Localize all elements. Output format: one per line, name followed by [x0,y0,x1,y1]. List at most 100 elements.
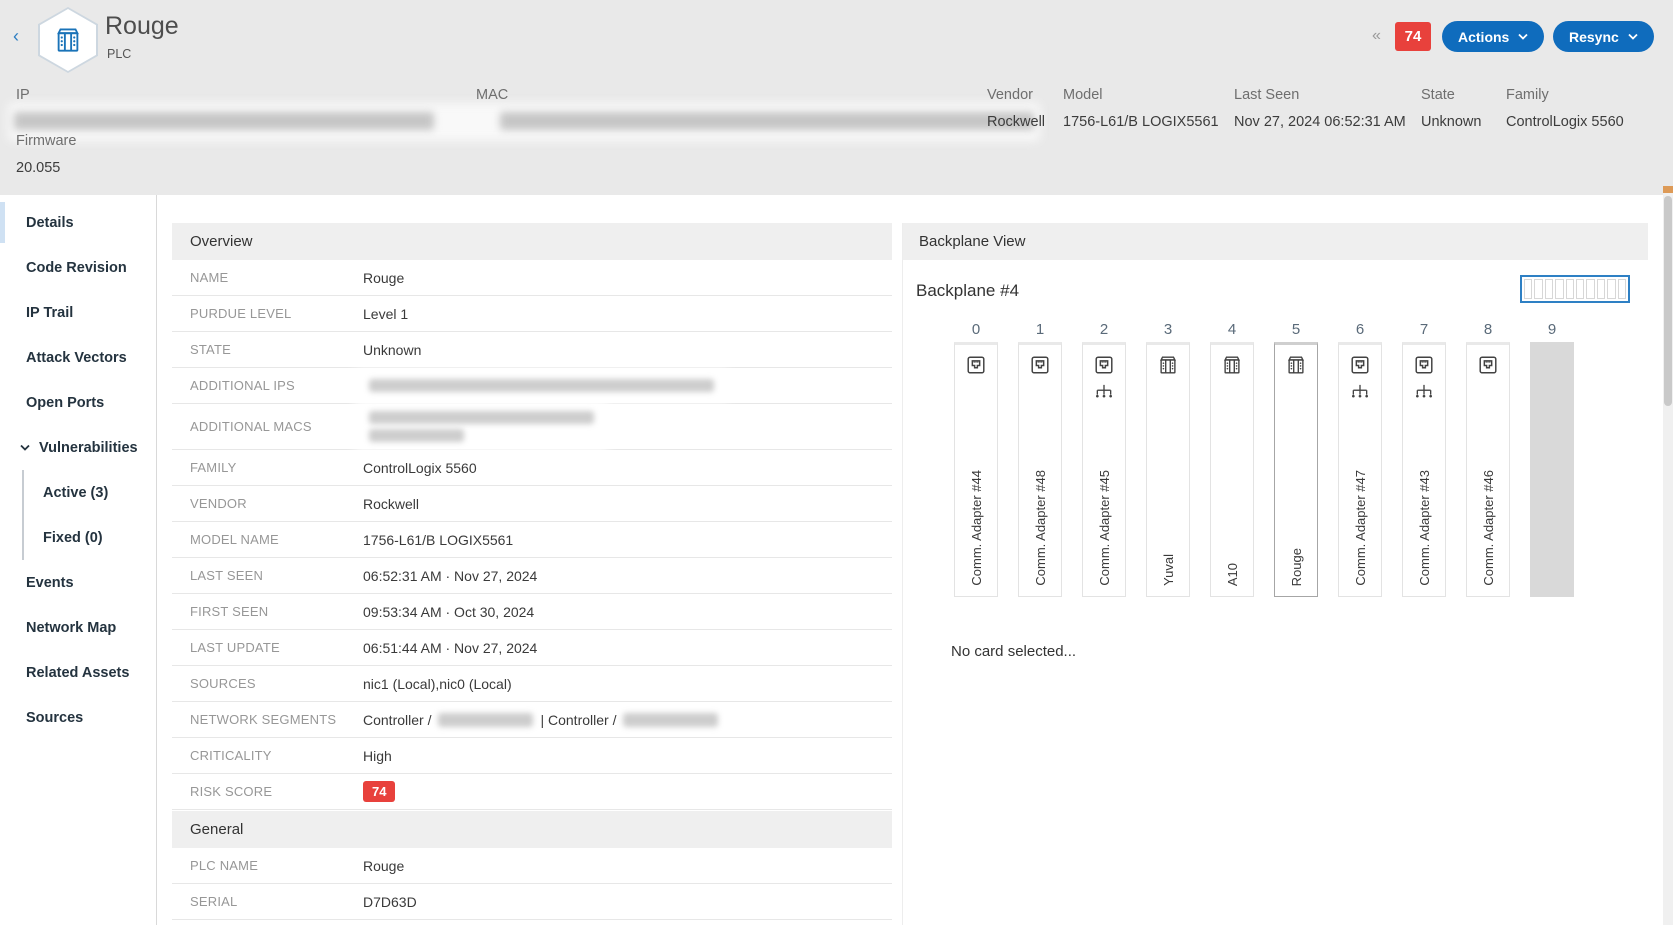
sidebar-item-events[interactable]: Events [0,560,156,605]
sidebar-item-open-ports[interactable]: Open Ports [0,380,156,425]
slot-card-comm-adapter-43[interactable]: Comm. Adapter #43 [1402,342,1446,597]
risk-score-badge: 74 [363,781,395,802]
table-row-value: 09:53:34 AM · Oct 30, 2024 [363,604,534,620]
table-row-label: VENDOR [190,496,363,511]
mini-selector-slot [1545,279,1553,299]
backplane-slot-8: 8Comm. Adapter #46 [1466,318,1510,597]
mini-selector-slot [1555,279,1563,299]
ethernet-port-icon [965,354,987,381]
mini-selector-slot [1607,279,1615,299]
mini-selector-slot [1534,279,1542,299]
table-row-model-name: MODEL NAME1756-L61/B LOGIX5561 [172,522,892,558]
slot-number: 1 [1018,318,1062,342]
sidebar-item-network-map[interactable]: Network Map [0,605,156,650]
sidebar-item-active-3[interactable]: Active (3) [0,470,156,515]
table-row-purdue-level: PURDUE LEVELLevel 1 [172,296,892,332]
sidebar-item-vulnerabilities[interactable]: Vulnerabilities [0,425,156,470]
slot-card-comm-adapter-48[interactable]: Comm. Adapter #48 [1018,342,1062,597]
slot-card-label: Yuval [1161,554,1176,586]
slot-card-comm-adapter-44[interactable]: Comm. Adapter #44 [954,342,998,597]
asset-details-page: ‹ Rouge PLC « 74 Actions Resync IP MAC F… [0,0,1673,925]
sidebar-item-sources[interactable]: Sources [0,695,156,740]
last-seen-label: Last Seen [1234,87,1299,103]
backplane-slot-0: 0Comm. Adapter #44 [954,318,998,597]
slot-card-icons [1157,354,1179,381]
actions-button-label: Actions [1458,29,1509,45]
model-value: 1756-L61/B LOGIX5561 [1063,114,1219,130]
mini-selector-slot [1618,279,1626,299]
ethernet-port-icon [1349,354,1371,381]
slot-card-label: Rouge [1289,548,1304,586]
slot-number: 2 [1082,318,1126,342]
mac-label: MAC [476,87,508,103]
table-row-plc-name: PLC NAMERouge [172,848,892,884]
slot-card-icons [1413,354,1435,405]
sidebar-item-code-revision[interactable]: Code Revision [0,245,156,290]
table-row-label: MODEL NAME [190,532,363,547]
resync-button[interactable]: Resync [1553,21,1654,52]
table-row-value: ControlLogix 5560 [363,460,477,476]
sidebar-item-related-assets[interactable]: Related Assets [0,650,156,695]
slot-number: 6 [1338,318,1382,342]
backplane-slot-5: 5 Rouge [1274,318,1318,597]
table-row-label: ADDITIONAL IPS [190,378,363,393]
sidebar-item-details[interactable]: Details [0,200,156,245]
sidebar-item-label: Fixed (0) [43,530,103,546]
slot-number: 5 [1274,318,1318,342]
slot-card-comm-adapter-46[interactable]: Comm. Adapter #46 [1466,342,1510,597]
slot-card-label: Comm. Adapter #45 [1097,470,1112,586]
slot-card-icons [1349,354,1371,405]
mini-selector-slot [1566,279,1574,299]
table-row-label: STATE [190,342,363,357]
table-row-name: NAMERouge [172,260,892,296]
chevron-down-icon [20,444,30,451]
slot-card-rouge[interactable]: Rouge [1274,342,1318,597]
mini-selector-slot [1586,279,1594,299]
ethernet-port-icon [1093,354,1115,381]
mac-value-redacted [500,112,1034,130]
backplane-panel: Backplane View Backplane #4 0Comm. Adapt… [902,223,1648,925]
table-row-criticality: CRITICALITYHigh [172,738,892,774]
backplane-title: Backplane #4 [916,281,1019,301]
scrollbar-thumb[interactable] [1664,196,1672,406]
overview-table: NAMERougePURDUE LEVELLevel 1STATEUnknown… [172,260,892,920]
table-row-value: Rouge [363,270,404,286]
backplane-slot-7: 7Comm. Adapter #43 [1402,318,1446,597]
slot-card-icons [1093,354,1115,405]
table-row-risk-score: RISK SCORE74 [172,774,892,810]
slot-card-label: Comm. Adapter #48 [1033,470,1048,586]
risk-score-badge: 74 [1395,22,1431,51]
plc-icon [1221,354,1243,381]
ethernet-port-icon [1413,354,1435,381]
chevron-down-icon [1628,33,1638,40]
mini-selector-slot [1597,279,1605,299]
slot-card-a10[interactable]: A10 [1210,342,1254,597]
back-icon[interactable]: ‹ [13,26,19,47]
sidebar-item-label: Related Assets [26,665,129,681]
table-row-additional-macs: ADDITIONAL MACS [172,404,892,450]
slot-card-comm-adapter-45[interactable]: Comm. Adapter #45 [1082,342,1126,597]
sidebar-item-label: Network Map [26,620,116,636]
collapse-panel-icon[interactable]: « [1372,27,1381,45]
slot-card-label: Comm. Adapter #44 [969,470,984,586]
actions-button[interactable]: Actions [1442,21,1544,52]
table-row-value: Controller / | Controller / [363,712,718,728]
sidebar-item-ip-trail[interactable]: IP Trail [0,290,156,335]
sidebar-item-fixed-0[interactable]: Fixed (0) [0,515,156,560]
sidebar-item-label: Attack Vectors [26,350,127,366]
ip-value-redacted [14,112,434,130]
backplane-slot-2: 2 Comm. Adapter #45 [1082,318,1126,597]
sidebar-item-label: IP Trail [26,305,73,321]
slot-card-comm-adapter-47[interactable]: Comm. Adapter #47 [1338,342,1382,597]
table-row-label: FAMILY [190,460,363,475]
slot-card-icons [1285,354,1307,381]
table-row-label: NAME [190,270,363,285]
table-row-label: CRITICALITY [190,748,363,763]
table-row-value [363,377,720,394]
sidebar-item-attack-vectors[interactable]: Attack Vectors [0,335,156,380]
overview-panel-header: Overview [172,223,892,260]
redacted-line [369,411,594,424]
slot-card-yuval[interactable]: Yuval [1146,342,1190,597]
table-row-vendor: VENDORRockwell [172,486,892,522]
backplane-mini-selector[interactable] [1520,275,1630,303]
